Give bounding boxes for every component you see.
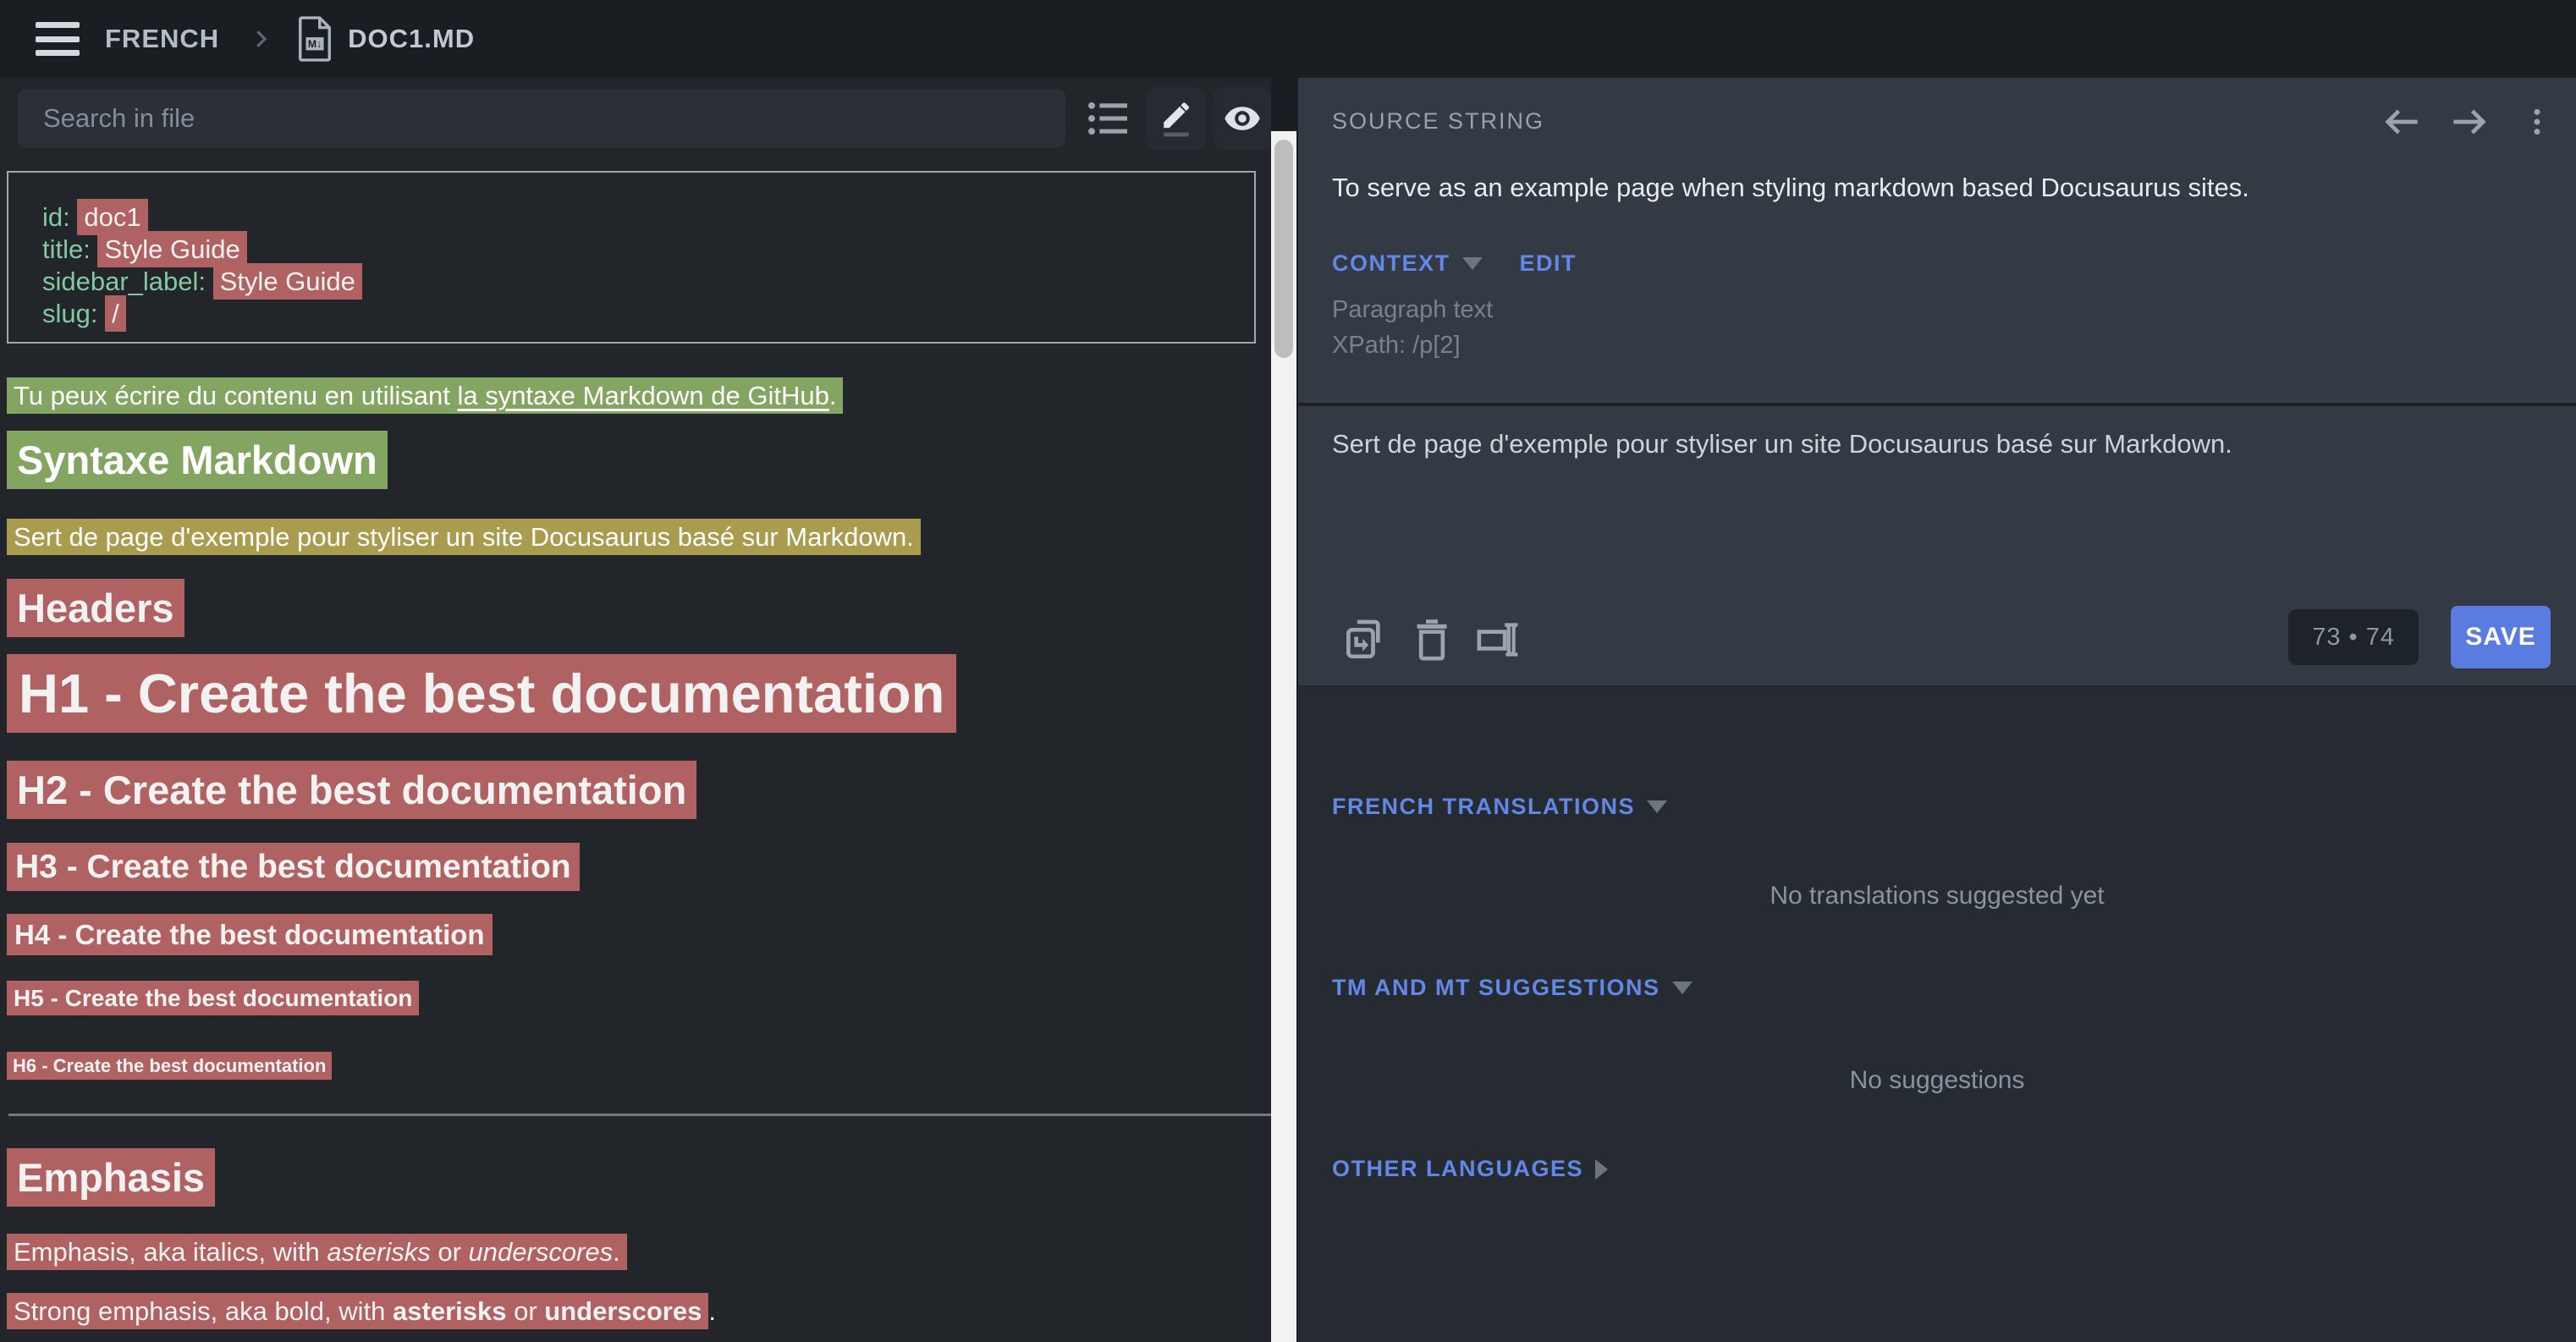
string-strong[interactable]: Strong emphasis, aka bold, with asterisk… xyxy=(7,1293,708,1329)
scrollbar-thumb[interactable] xyxy=(1274,140,1293,358)
context-toggle[interactable]: CONTEXT xyxy=(1332,250,1450,277)
character-counter: 73 • 74 xyxy=(2288,609,2419,665)
document-scrollbar[interactable] xyxy=(1271,131,1296,1342)
string-fm-id[interactable]: doc1 xyxy=(77,199,147,235)
other-languages-expand-icon[interactable] xyxy=(1595,1159,1608,1180)
string-fm-sidebar-label[interactable]: Style Guide xyxy=(213,263,362,300)
app-window: FRENCH M↓ DOC1.MD xyxy=(0,0,2576,1342)
save-button[interactable]: SAVE xyxy=(2451,606,2551,668)
preview-mode-button[interactable] xyxy=(1213,87,1271,150)
clear-translation-icon[interactable] xyxy=(1408,616,1456,663)
string-active[interactable]: Sert de page d'exemple pour styliser un … xyxy=(7,519,921,555)
context-row: CONTEXT EDIT xyxy=(1332,250,1577,277)
hamburger-menu-icon[interactable] xyxy=(36,22,80,56)
heading-emphasis: Emphasis xyxy=(7,1154,215,1201)
frontmatter-line: sidebar_label: Style Guide xyxy=(42,266,1220,298)
copy-source-icon[interactable] xyxy=(1340,616,1388,663)
paragraph-active: Sert de page d'exemple pour styliser un … xyxy=(7,522,921,553)
horizontal-rule xyxy=(8,1114,1271,1116)
heading-h4: H4 - Create the best documentation xyxy=(7,919,493,951)
paragraph-intro: Tu peux écrire du contenu en utilisant l… xyxy=(7,381,843,411)
suggestions-area: FRENCH TRANSLATIONS No translations sugg… xyxy=(1298,685,2576,1342)
select-markup-icon[interactable] xyxy=(1474,616,1522,663)
string-fm-title[interactable]: Style Guide xyxy=(97,231,246,267)
tm-empty-text: No suggestions xyxy=(1298,1066,2576,1095)
frontmatter-line: slug: / xyxy=(42,298,1220,330)
heading-h6: H6 - Create the best documentation xyxy=(7,1055,332,1077)
translate-mode-button[interactable] xyxy=(1147,87,1206,150)
source-string-label: SOURCE STRING xyxy=(1332,108,1544,135)
string-intro[interactable]: Tu peux écrire du contenu en utilisant l… xyxy=(7,377,843,414)
translation-text: Sert de page d'exemple pour styliser un … xyxy=(1332,429,2232,459)
context-edit-link[interactable]: EDIT xyxy=(1520,250,1577,277)
french-translations-collapse-icon[interactable] xyxy=(1647,800,1667,813)
heading-h3: H3 - Create the best documentation xyxy=(7,849,580,886)
heading-h5: H5 - Create the best documentation xyxy=(7,985,419,1012)
string-list-icon[interactable] xyxy=(1086,93,1133,144)
string-h2-emphasis[interactable]: Emphasis xyxy=(7,1148,215,1207)
string-emphasis[interactable]: Emphasis, aka italics, with asterisks or… xyxy=(7,1234,627,1270)
eye-icon xyxy=(1223,98,1262,139)
markdown-file-icon: M↓ xyxy=(295,15,334,63)
french-translations-section: FRENCH TRANSLATIONS xyxy=(1332,794,1667,820)
top-bar: FRENCH M↓ DOC1.MD xyxy=(0,0,2576,78)
paragraph-strong: Strong emphasis, aka bold, with asterisk… xyxy=(7,1296,716,1327)
other-languages-toggle[interactable]: OTHER LANGUAGES xyxy=(1332,1156,1583,1182)
string-h4-create[interactable]: H4 - Create the best documentation xyxy=(7,914,493,955)
kebab-menu-icon[interactable] xyxy=(2520,98,2554,146)
string-h5-create[interactable]: H5 - Create the best documentation xyxy=(7,981,419,1015)
other-languages-section: OTHER LANGUAGES xyxy=(1332,1156,1608,1182)
string-h2-create[interactable]: H2 - Create the best documentation xyxy=(7,761,696,819)
svg-text:M↓: M↓ xyxy=(308,38,322,50)
pencil-icon xyxy=(1157,98,1196,139)
breadcrumb-chevron-icon xyxy=(248,26,273,52)
search-input[interactable] xyxy=(18,89,1065,148)
tm-mt-collapse-icon[interactable] xyxy=(1672,982,1693,994)
breadcrumb-project[interactable]: FRENCH xyxy=(105,24,219,54)
paragraph-emphasis: Emphasis, aka italics, with asterisks or… xyxy=(7,1237,627,1268)
heading-headers: Headers xyxy=(7,585,184,631)
context-collapse-icon[interactable] xyxy=(1462,257,1483,270)
string-h6-create[interactable]: H6 - Create the best documentation xyxy=(7,1052,332,1080)
source-string-text: To serve as an example page when styling… xyxy=(1332,173,2249,203)
translations-empty-text: No translations suggested yet xyxy=(1298,882,2576,910)
frontmatter-line: title: Style Guide xyxy=(42,234,1220,266)
french-translations-toggle[interactable]: FRENCH TRANSLATIONS xyxy=(1332,794,1635,820)
tm-mt-toggle[interactable]: TM AND MT SUGGESTIONS xyxy=(1332,975,1660,1001)
previous-string-arrow-icon[interactable] xyxy=(2378,98,2425,146)
string-h2-syntaxe[interactable]: Syntaxe Markdown xyxy=(7,431,388,489)
string-fm-slug[interactable]: / xyxy=(105,295,126,332)
translation-editor-panel: SOURCE STRING To serve as an example pag… xyxy=(1298,78,2576,1342)
breadcrumb-file[interactable]: DOC1.MD xyxy=(348,24,475,54)
frontmatter-line: id: doc1 xyxy=(42,201,1220,234)
heading-h2: H2 - Create the best documentation xyxy=(7,767,696,813)
inline-link: la syntaxe Markdown de GitHub xyxy=(457,381,828,410)
next-string-arrow-icon[interactable] xyxy=(2446,98,2493,146)
tm-mt-section: TM AND MT SUGGESTIONS xyxy=(1332,975,1693,1001)
string-h1-create[interactable]: H1 - Create the best documentation xyxy=(7,654,956,733)
frontmatter-block: id: doc1 title: Style Guide sidebar_labe… xyxy=(7,171,1256,344)
string-h2-headers[interactable]: Headers xyxy=(7,579,184,637)
context-xpath: XPath: /p[2] xyxy=(1332,332,1461,360)
document-preview-panel: id: doc1 title: Style Guide sidebar_labe… xyxy=(0,78,1271,1342)
string-h3-create[interactable]: H3 - Create the best documentation xyxy=(7,843,580,891)
heading-h1: H1 - Create the best documentation xyxy=(7,662,956,725)
context-type: Paragraph text xyxy=(1332,296,1493,324)
heading-syntaxe: Syntaxe Markdown xyxy=(7,437,388,483)
